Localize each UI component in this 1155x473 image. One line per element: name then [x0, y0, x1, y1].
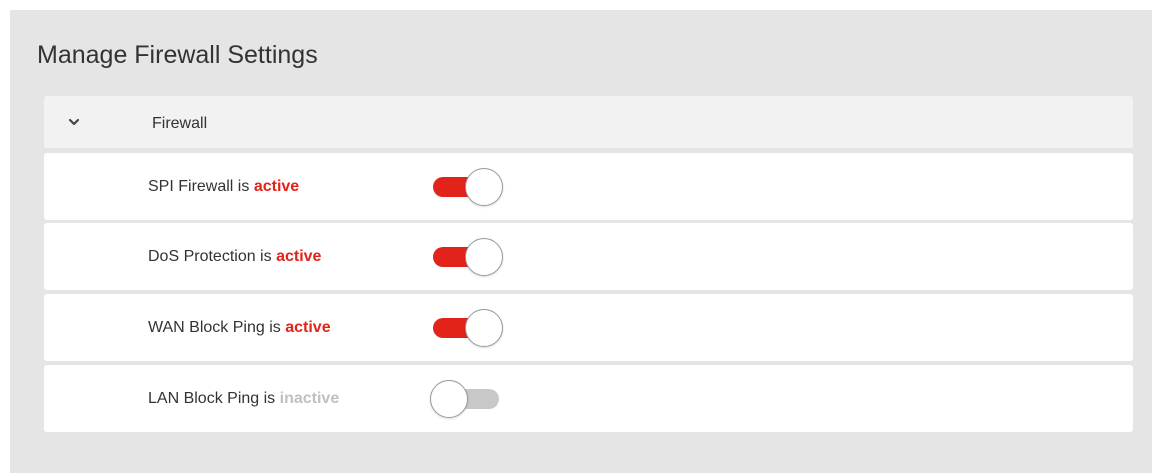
setting-label-dos-protection: DoS Protection is active [148, 248, 322, 265]
setting-label-lan-block-ping: LAN Block Ping is inactive [148, 390, 340, 407]
toggle-knob [465, 168, 503, 206]
setting-row-wan-block-ping: WAN Block Ping is active [44, 294, 1133, 361]
page-title: Manage Firewall Settings [37, 41, 318, 69]
setting-row-spi-firewall: SPI Firewall is active [44, 153, 1133, 220]
dos-protection-toggle[interactable] [430, 238, 510, 276]
chevron-down-icon [68, 118, 80, 126]
setting-status-lan-block-ping: inactive [279, 390, 340, 407]
toggle-knob [430, 380, 468, 418]
toggle-knob [465, 309, 503, 347]
lan-block-ping-toggle[interactable] [430, 380, 510, 418]
setting-status-wan-block-ping: active [285, 319, 331, 336]
toggle-knob [465, 238, 503, 276]
setting-row-lan-block-ping: LAN Block Ping is inactive [44, 365, 1133, 432]
spi-firewall-toggle[interactable] [430, 168, 510, 206]
setting-row-dos-protection: DoS Protection is active [44, 223, 1133, 290]
setting-label-wan-block-ping: WAN Block Ping is active [148, 319, 331, 336]
firewall-section-header[interactable]: Firewall [44, 96, 1133, 148]
setting-label-spi-firewall: SPI Firewall is active [148, 178, 300, 195]
setting-status-spi-firewall: active [253, 178, 300, 195]
firewall-settings-panel: Manage Firewall Settings Firewall SPI Fi… [10, 10, 1152, 473]
wan-block-ping-toggle[interactable] [430, 309, 510, 347]
section-title: Firewall [152, 115, 208, 132]
setting-status-dos-protection: active [276, 248, 322, 265]
